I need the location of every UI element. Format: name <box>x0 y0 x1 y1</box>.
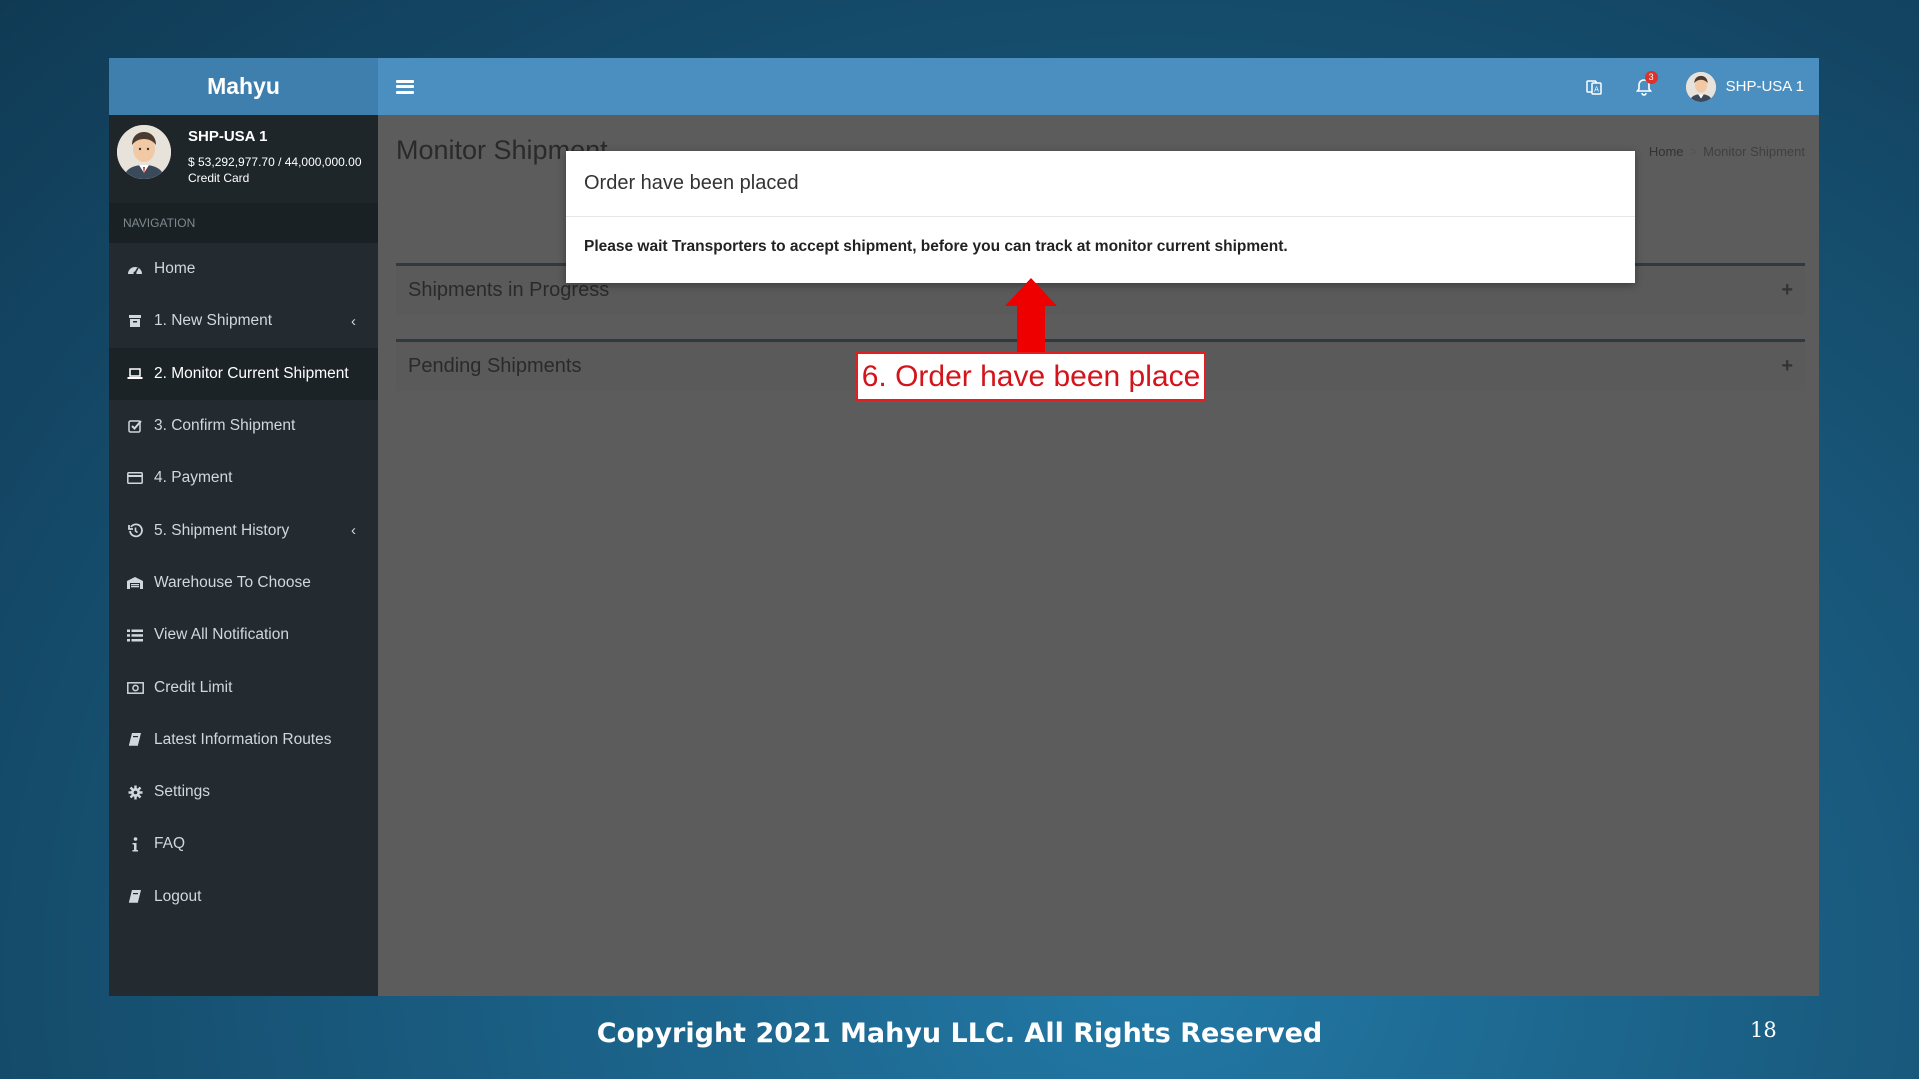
sidebar-item-label: Home <box>154 260 196 278</box>
history-icon <box>126 522 144 540</box>
sidebar-item-label: 5. Shipment History <box>154 521 290 539</box>
sidebar-item-shipment-history[interactable]: 5. Shipment History ‹ <box>109 504 378 556</box>
sidebar-toggle-button[interactable] <box>394 78 416 96</box>
sidebar-item-new-shipment[interactable]: 1. New Shipment ‹ <box>109 295 378 347</box>
sidebar: SHP-USA 1 $ 53,292,977.70 / 44,000,000.0… <box>109 115 378 996</box>
chevron-left-icon: ‹ <box>351 522 356 540</box>
sidebar-item-label: FAQ <box>154 835 186 853</box>
avatar <box>117 125 171 179</box>
sidebar-item-latest-information-routes[interactable]: Latest Information Routes <box>109 714 378 766</box>
user-name: SHP-USA 1 <box>1725 78 1804 95</box>
book-icon <box>126 888 144 906</box>
breadcrumb-current: Monitor Shipment <box>1703 144 1805 159</box>
user-menu[interactable]: SHP-USA 1 <box>1685 71 1804 102</box>
user-info: SHP-USA 1 $ 53,292,977.70 / 44,000,000.0… <box>188 125 362 185</box>
navbar-right: A 3 SHP-USA 1 <box>1574 67 1819 107</box>
breadcrumb-home[interactable]: Home <box>1649 144 1684 159</box>
avatar <box>1685 71 1716 102</box>
sidebar-item-monitor-current-shipment[interactable]: 2. Monitor Current Shipment <box>109 347 378 400</box>
sidebar-item-label: 2. Monitor Current Shipment <box>154 364 349 382</box>
sidebar-item-label: 3. Confirm Shipment <box>154 417 296 435</box>
annotation-callout: 6. Order have been place <box>856 352 1206 401</box>
language-icon[interactable]: A <box>1574 67 1614 107</box>
money-icon <box>126 679 144 697</box>
sidebar-user-name: SHP-USA 1 <box>188 128 268 145</box>
sidebar-item-label: Latest Information Routes <box>154 730 332 748</box>
sidebar-item-view-all-notification[interactable]: View All Notification <box>109 609 378 661</box>
sidebar-item-label: Warehouse To Choose <box>154 573 311 591</box>
chevron-left-icon: ‹ <box>351 312 356 330</box>
sidebar-item-credit-limit[interactable]: Credit Limit <box>109 661 378 713</box>
breadcrumb-separator: > <box>1689 144 1698 159</box>
warehouse-icon <box>126 574 144 592</box>
dashboard-icon <box>126 260 144 278</box>
sidebar-item-label: Settings <box>154 783 211 801</box>
slide-page-number: 18 <box>1750 1018 1777 1042</box>
sidebar-item-home[interactable]: Home <box>109 243 378 295</box>
sidebar-item-warehouse-to-choose[interactable]: Warehouse To Choose <box>109 557 378 609</box>
modal-message: Please wait Transporters to accept shipm… <box>584 238 1288 255</box>
gear-icon <box>126 783 144 801</box>
expand-plus-icon[interactable]: + <box>1781 279 1793 302</box>
info-icon <box>126 835 144 853</box>
sidebar-item-faq[interactable]: FAQ <box>109 818 378 870</box>
footer-copyright: Copyright 2021 Mahyu LLC. All Rights Res… <box>596 1018 1323 1049</box>
sidebar-item-payment[interactable]: 4. Payment <box>109 452 378 504</box>
sidebar-item-settings[interactable]: Settings <box>109 766 378 818</box>
modal-title: Order have been placed <box>566 151 1635 217</box>
laptop-icon <box>126 365 144 383</box>
annotation-arrow-icon <box>1005 278 1057 354</box>
expand-plus-icon[interactable]: + <box>1781 355 1793 378</box>
top-navbar: Mahyu A 3 SHP-USA 1 <box>109 58 1819 115</box>
svg-text:A: A <box>1594 85 1599 93</box>
box-icon <box>126 312 144 330</box>
user-panel: SHP-USA 1 $ 53,292,977.70 / 44,000,000.0… <box>109 115 378 203</box>
brand-logo[interactable]: Mahyu <box>109 58 378 115</box>
sidebar-item-logout[interactable]: Logout <box>109 871 378 923</box>
sidebar-item-label: View All Notification <box>154 626 289 644</box>
notification-badge: 3 <box>1644 70 1658 84</box>
payment-method: Credit Card <box>188 171 250 185</box>
sidebar-item-label: 4. Payment <box>154 469 233 487</box>
order-placed-modal: Order have been placed Please wait Trans… <box>566 151 1635 283</box>
book-icon <box>126 731 144 749</box>
check-square-icon <box>126 417 144 435</box>
nav-header: NAVIGATION <box>109 203 378 243</box>
account-balance: $ 53,292,977.70 / 44,000,000.00 <box>188 155 362 169</box>
sidebar-item-label: 1. New Shipment <box>154 312 273 330</box>
credit-card-icon <box>126 469 144 487</box>
list-icon <box>126 626 144 644</box>
sidebar-item-confirm-shipment[interactable]: 3. Confirm Shipment <box>109 400 378 452</box>
notifications-button[interactable]: 3 <box>1624 67 1664 107</box>
sidebar-item-label: Logout <box>154 887 202 905</box>
breadcrumb: Home > Monitor Shipment <box>1649 144 1805 159</box>
sidebar-item-label: Credit Limit <box>154 678 233 696</box>
